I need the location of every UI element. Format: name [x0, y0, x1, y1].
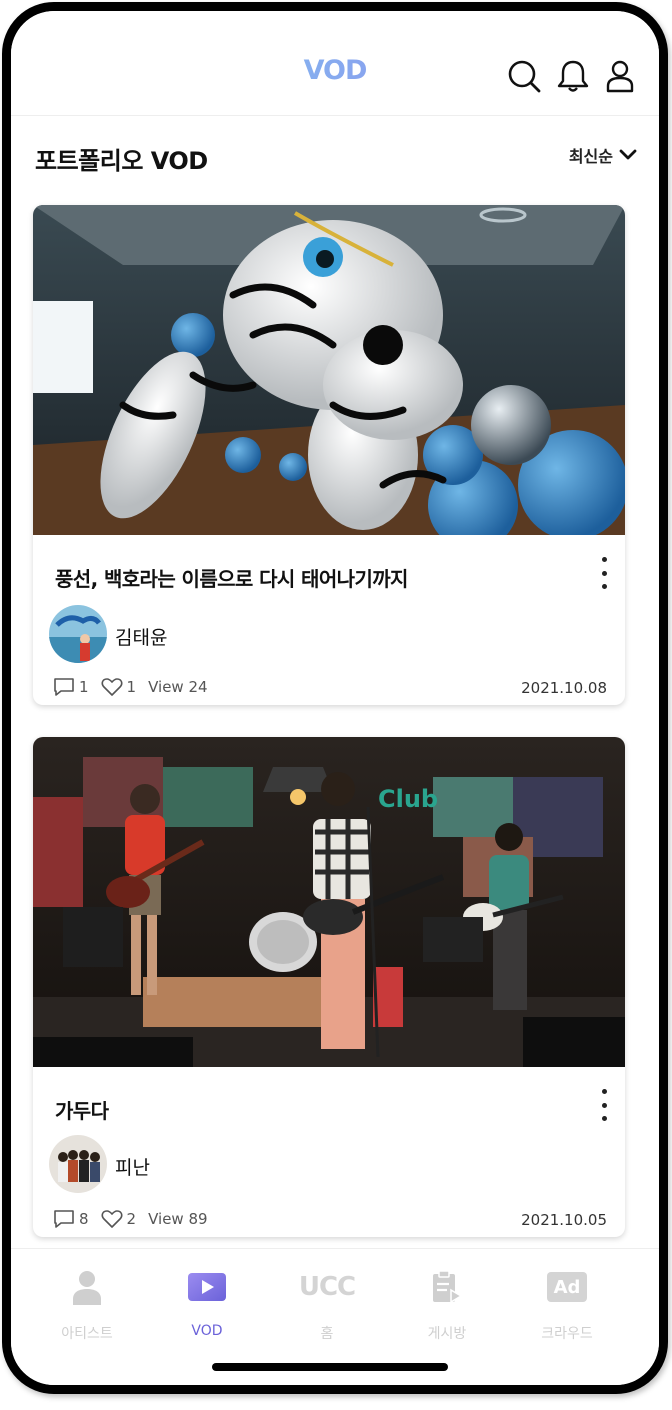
bottom-navigation: 아티스트 VOD UCC 홈 게시방 Ad 크라우드 — [11, 1248, 659, 1385]
upload-date: 2021.10.05 — [521, 1211, 607, 1229]
search-icon[interactable] — [507, 59, 541, 93]
avatar[interactable] — [49, 1135, 107, 1193]
nav-item-vod[interactable]: VOD — [147, 1267, 267, 1339]
nav-item-home[interactable]: UCC 홈 — [267, 1267, 387, 1343]
author-name[interactable]: 김태윤 — [115, 623, 167, 650]
nav-item-artist[interactable]: 아티스트 — [27, 1267, 147, 1343]
video-card[interactable]: 풍선, 백호라는 이름으로 다시 태어나기까지 김태윤 1 1 View 24 … — [33, 205, 625, 705]
like-count: 1 — [126, 678, 137, 696]
svg-text:Club: Club — [378, 785, 438, 813]
nav-item-crowd[interactable]: Ad 크라우드 — [507, 1267, 627, 1343]
chevron-down-icon — [619, 149, 637, 160]
bell-icon[interactable] — [556, 59, 590, 93]
nav-label: 아티스트 — [61, 1326, 113, 1342]
more-options-icon[interactable] — [597, 557, 611, 589]
comment-count: 8 — [79, 1210, 89, 1228]
section-title: 포트폴리오 VOD — [33, 141, 210, 178]
view-count: View 24 — [148, 678, 208, 696]
heart-icon[interactable] — [101, 677, 123, 697]
like-count: 2 — [126, 1210, 137, 1228]
sort-dropdown[interactable]: 최신순 — [569, 143, 637, 167]
video-stats: 1 1 View 24 — [53, 677, 208, 697]
comment-icon — [54, 1210, 74, 1228]
avatar[interactable] — [49, 605, 107, 663]
ad-icon-text: Ad — [553, 1276, 581, 1298]
upload-date: 2021.10.08 — [521, 679, 607, 697]
board-icon — [433, 1270, 463, 1304]
phone-frame: VOD 포트폴리오 VOD 최신순 풍선, 백호라는 이름으로 다시 태어나기까… — [2, 2, 668, 1394]
view-count: View 89 — [148, 1210, 208, 1228]
author-name[interactable]: 피난 — [115, 1153, 150, 1180]
user-icon[interactable] — [603, 59, 637, 93]
sort-label: 최신순 — [568, 147, 613, 166]
nav-label: VOD — [191, 1323, 223, 1339]
comment-icon — [54, 678, 74, 696]
play-icon — [188, 1273, 226, 1301]
nav-item-board[interactable]: 게시방 — [387, 1267, 507, 1343]
heart-icon[interactable] — [101, 1209, 123, 1229]
comment-count: 1 — [79, 678, 89, 696]
home-indicator[interactable] — [212, 1363, 448, 1371]
video-card[interactable]: Club 가두다 피난 8 2 View 89 2021.10.05 — [33, 737, 625, 1237]
video-title[interactable]: 풍선, 백호라는 이름으로 다시 태어나기까지 — [55, 563, 408, 592]
video-title[interactable]: 가두다 — [55, 1095, 109, 1124]
section-title-text: 포트폴리오 VOD — [35, 147, 208, 175]
video-stats: 8 2 View 89 — [53, 1209, 208, 1229]
ucc-icon: UCC — [298, 1272, 356, 1302]
nav-label: 크라우드 — [541, 1326, 593, 1342]
nav-label: 게시방 — [427, 1326, 467, 1342]
nav-label: 홈 — [320, 1326, 334, 1342]
video-thumbnail[interactable]: Club — [33, 737, 625, 1067]
video-thumbnail[interactable] — [33, 205, 625, 535]
person-icon — [73, 1271, 101, 1305]
ad-icon: Ad — [547, 1272, 587, 1302]
more-options-icon[interactable] — [597, 1089, 611, 1121]
app-header: VOD — [11, 11, 659, 116]
